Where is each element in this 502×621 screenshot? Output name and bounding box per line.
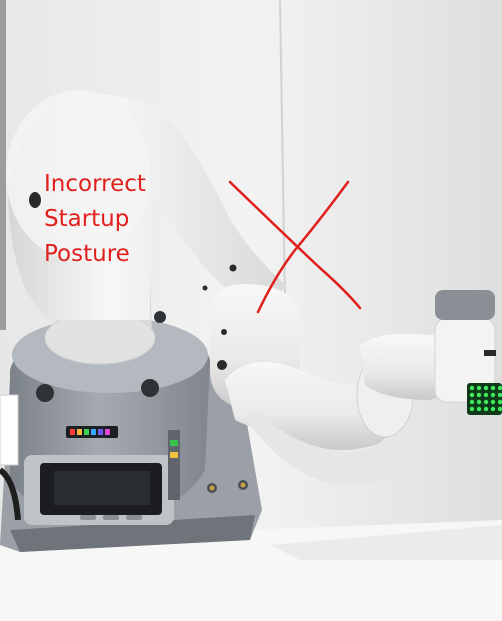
base-port <box>154 311 166 323</box>
annotation-line-3: Posture <box>44 241 130 267</box>
end-effector-cap <box>435 290 495 320</box>
base-port <box>36 384 54 402</box>
annotation-line-1: Incorrect <box>44 171 146 197</box>
joint-hole <box>29 192 41 208</box>
photo-stage: Incorrect Startup Posture <box>0 0 502 621</box>
robot-arm-photo <box>0 0 502 621</box>
paper-label <box>0 394 19 466</box>
left-edge-shadow <box>0 0 6 330</box>
base-port <box>141 379 159 397</box>
annotation-line-2: Startup <box>44 206 130 232</box>
